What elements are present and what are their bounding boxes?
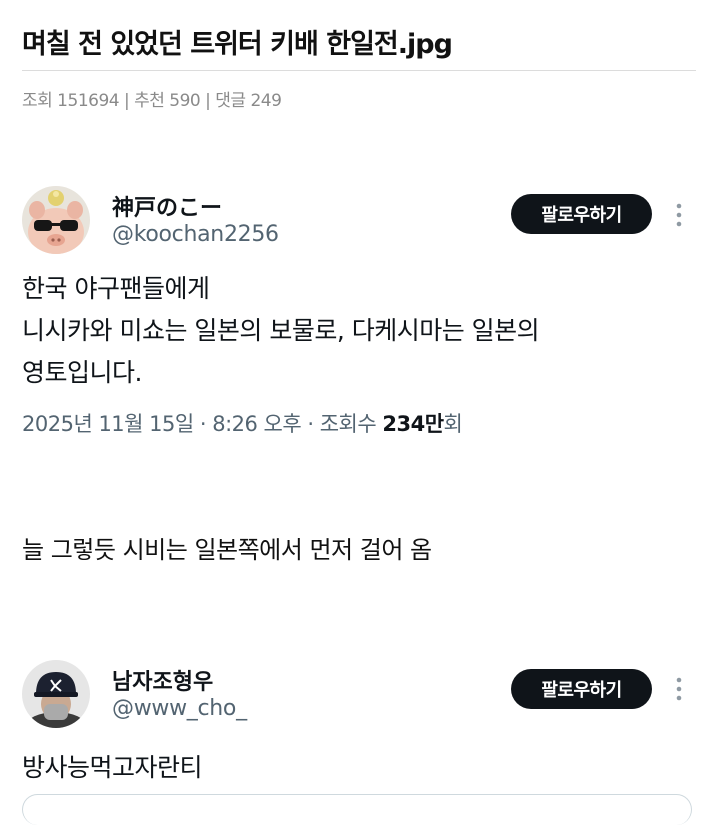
tweet1-line: 영토입니다. <box>22 358 142 387</box>
title-divider <box>22 70 696 71</box>
embedded-card[interactable] <box>22 794 692 825</box>
tweet2-display-name[interactable]: 남자조형우 <box>112 664 213 696</box>
tweet1-text: 한국 야구팬들에게 니시카와 미쇼는 일본의 보물로, 다케시마는 일본의 영토… <box>22 268 682 394</box>
vertical-ellipsis-icon[interactable] <box>670 675 688 703</box>
vertical-ellipsis-icon[interactable] <box>670 201 688 229</box>
tweet1-timestamp-views[interactable]: 2025년 11월 15일 · 8:26 오후 · 조회수 234만회 <box>22 408 463 438</box>
man-in-baseball-cap-avatar[interactable] <box>22 660 90 728</box>
tweet1-handle[interactable]: @koochan2256 <box>112 222 279 247</box>
post-stats: 조회 151694 | 추천 590 | 댓글 249 <box>22 91 282 111</box>
tweet1-line: 니시카와 미쇼는 일본의 보물로, 다케시마는 일본의 <box>22 316 540 345</box>
tweet1-timestamp: 2025년 11월 15일 · 8:26 오후 · 조회수 <box>22 412 383 436</box>
post-title: 며칠 전 있었던 트위터 키배 한일전.jpg <box>22 29 453 60</box>
tweet1-view-count: 234만 <box>382 412 444 436</box>
tweet1-follow-button[interactable]: 팔로우하기 <box>511 194 652 234</box>
tweet2-text: 방사능먹고자란티 <box>22 753 203 782</box>
post-comment: 늘 그렇듯 시비는 일본쪽에서 먼저 걸어 옴 <box>22 536 432 564</box>
tweet1-line: 한국 야구팬들에게 <box>22 274 210 303</box>
tweet1-view-suffix: 회 <box>443 412 463 436</box>
tweet2-follow-button[interactable]: 팔로우하기 <box>511 669 652 709</box>
tweet2-handle[interactable]: @www_cho_ <box>112 696 247 721</box>
tweet1-display-name[interactable]: 神戸のこー <box>112 190 222 222</box>
pig-with-sunglasses-avatar[interactable] <box>22 186 90 254</box>
